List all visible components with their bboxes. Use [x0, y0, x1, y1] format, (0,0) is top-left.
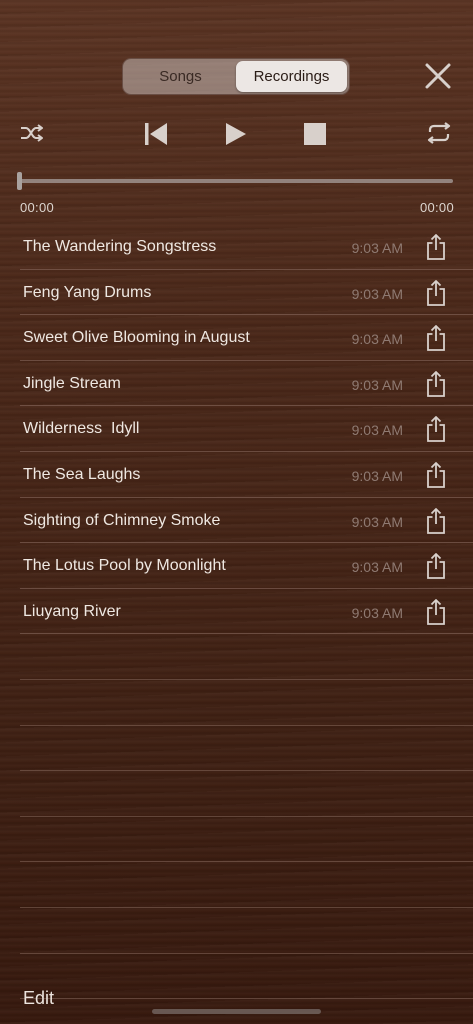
home-indicator[interactable]	[152, 1009, 321, 1014]
list-item[interactable]: Sweet Olive Blooming in August 9:03 AM	[0, 315, 473, 361]
share-button[interactable]	[426, 234, 446, 260]
repeat-button[interactable]	[425, 122, 453, 144]
share-button[interactable]	[426, 598, 446, 625]
recording-title: Liuyang River	[23, 602, 121, 620]
share-icon	[427, 370, 445, 397]
list-item[interactable]: The Sea Laughs 9:03 AM	[0, 452, 473, 498]
edit-button[interactable]: Edit	[23, 988, 54, 1009]
recording-title: The Sea Laughs	[23, 465, 141, 483]
share-icon	[427, 416, 445, 443]
share-icon	[427, 325, 445, 352]
recording-time: 9:03 AM	[351, 285, 403, 302]
stop-icon	[304, 123, 326, 145]
repeat-icon	[427, 122, 451, 144]
empty-list-row	[0, 862, 473, 908]
stop-button[interactable]	[304, 123, 326, 145]
shuffle-icon	[21, 124, 43, 142]
play-button[interactable]	[225, 122, 247, 146]
recording-time: 9:03 AM	[351, 240, 403, 256]
list-item[interactable]: The Lotus Pool by Moonlight 9:03 AM	[0, 543, 473, 589]
share-icon	[427, 234, 445, 260]
recording-title: Sweet Olive Blooming in August	[23, 329, 250, 347]
total-time: 00:00	[419, 200, 454, 215]
list-item[interactable]: Jingle Stream 9:03 AM	[0, 361, 473, 407]
list-item[interactable]: Liuyang River 9:03 AM	[0, 589, 473, 635]
recordings-list: The Wandering Songstress 9:03 AM Feng Ya…	[0, 224, 473, 999]
empty-list-row	[0, 771, 473, 817]
previous-button[interactable]	[144, 122, 168, 146]
empty-list-row	[0, 634, 473, 680]
recording-time: 9:03 AM	[351, 604, 403, 621]
progress-track[interactable]	[19, 179, 453, 183]
share-button[interactable]	[426, 325, 446, 352]
empty-list-row	[0, 954, 473, 1000]
recording-time: 9:03 AM	[351, 467, 403, 484]
tab-recordings[interactable]: Recordings	[236, 61, 347, 92]
close-button[interactable]	[424, 62, 452, 90]
skip-previous-icon	[145, 123, 167, 145]
share-button[interactable]	[426, 416, 446, 443]
empty-list-row	[0, 726, 473, 772]
share-icon	[427, 507, 445, 534]
share-icon	[427, 553, 445, 580]
play-icon	[226, 123, 246, 145]
empty-list-row	[0, 817, 473, 863]
share-button[interactable]	[426, 462, 446, 488]
share-icon	[427, 598, 445, 625]
recording-title: Sighting of Chimney Smoke	[23, 511, 221, 529]
list-item[interactable]: Feng Yang Drums 9:03 AM	[0, 270, 473, 316]
recording-title: Wilderness Idyll	[23, 420, 140, 438]
recording-title: Feng Yang Drums	[23, 283, 152, 301]
list-item[interactable]: Wilderness Idyll 9:03 AM	[0, 406, 473, 452]
share-icon	[427, 279, 445, 306]
list-item[interactable]: Sighting of Chimney Smoke 9:03 AM	[0, 498, 473, 544]
songs-recordings-segmented-control: Songs Recordings	[122, 58, 350, 95]
tab-songs[interactable]: Songs	[125, 61, 236, 92]
recording-title: Jingle Stream	[23, 374, 121, 392]
current-time: 00:00	[20, 200, 55, 215]
recording-time: 9:03 AM	[351, 559, 403, 576]
progress-thumb[interactable]	[17, 172, 22, 190]
recording-time: 9:03 AM	[351, 331, 403, 348]
recording-time: 9:03 AM	[351, 376, 403, 393]
share-button[interactable]	[426, 553, 446, 580]
recording-title: The Lotus Pool by Moonlight	[23, 557, 226, 575]
share-button[interactable]	[426, 370, 446, 397]
recording-title: The Wandering Songstress	[23, 238, 217, 255]
share-icon	[427, 462, 445, 488]
shuffle-button[interactable]	[20, 123, 44, 143]
empty-list-row	[0, 680, 473, 726]
empty-list-row	[0, 908, 473, 954]
recording-time: 9:03 AM	[351, 513, 403, 530]
share-button[interactable]	[426, 279, 446, 306]
share-button[interactable]	[426, 507, 446, 534]
list-item[interactable]: The Wandering Songstress 9:03 AM	[0, 224, 473, 270]
recording-time: 9:03 AM	[351, 422, 403, 439]
close-icon	[425, 63, 451, 89]
